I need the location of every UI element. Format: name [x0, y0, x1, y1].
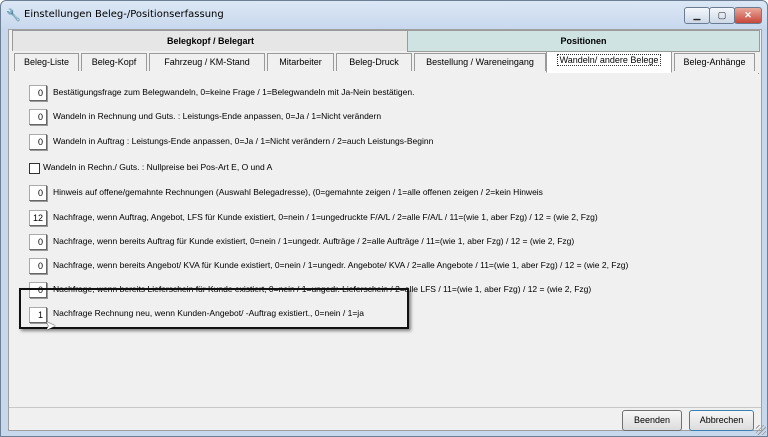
tab-mitarbeiter[interactable]: Mitarbeiter [267, 53, 334, 71]
setting-label: Nachfrage, wenn Auftrag, Angebot, LFS fü… [53, 212, 598, 222]
dialog-body: Belegkopf / Belegart Positionen Beleg-Li… [8, 29, 762, 431]
maximize-button[interactable]: ▢ [709, 7, 735, 24]
tab-beleg-druck[interactable]: Beleg-Druck [336, 53, 412, 71]
setting-label: Nachfrage, wenn bereits Angebot/ KVA für… [53, 260, 629, 270]
tab-belegkopf[interactable]: Belegkopf / Belegart [12, 30, 409, 51]
resize-grip-icon[interactable] [756, 425, 766, 435]
footer-divider [9, 407, 761, 408]
tab-beleg-anhaenge[interactable]: Beleg-Anhänge [674, 53, 755, 71]
beenden-button[interactable]: Beenden [622, 410, 682, 431]
setting-value-input[interactable]: 0 [29, 134, 47, 150]
close-button[interactable]: ✕ [734, 7, 762, 24]
tab-wandeln-label: Wandeln/ andere Belege [556, 54, 662, 66]
tab-fahrzeug[interactable]: Fahrzeug / KM-Stand [149, 53, 265, 71]
setting-value-input[interactable]: 0 [29, 258, 47, 274]
setting-value-input[interactable]: 12 [29, 210, 47, 226]
tab-positionen[interactable]: Positionen [407, 30, 760, 52]
setting-value-input[interactable]: 0 [29, 185, 47, 201]
highlight-box [19, 288, 409, 329]
setting-label: Hinweis auf offene/gemahnte Rechnungen (… [53, 187, 543, 197]
setting-label: Wandeln in Rechn./ Guts. : Nullpreise be… [43, 162, 273, 172]
window-title: Einstellungen Beleg-/Positionserfassung [24, 9, 224, 20]
tab-beleg-kopf[interactable]: Beleg-Kopf [81, 53, 147, 71]
settings-window: 🔧 Einstellungen Beleg-/Positionserfassun… [0, 0, 768, 437]
abbrechen-button[interactable]: Abbrechen [689, 410, 754, 431]
wrench-icon: 🔧 [6, 8, 21, 22]
setting-value-input[interactable]: 0 [29, 109, 47, 125]
title-bar[interactable]: 🔧 Einstellungen Beleg-/Positionserfassun… [1, 1, 767, 29]
sub-tab-bar: Beleg-Liste Beleg-Kopf Fahrzeug / KM-Sta… [12, 51, 759, 74]
tab-bestellung[interactable]: Bestellung / Wareneingang [414, 53, 546, 71]
setting-label: Wandeln in Auftrag : Leistungs-Ende anpa… [53, 136, 434, 146]
setting-value-input[interactable]: 0 [29, 85, 47, 101]
tab-beleg-liste[interactable]: Beleg-Liste [14, 53, 79, 71]
mouse-cursor-icon: ➤ [45, 318, 56, 333]
setting-value-input[interactable]: 0 [29, 234, 47, 250]
settings-panel: 0 Bestätigungsfrage zum Belegwandeln, 0=… [12, 73, 758, 403]
tab-wandeln[interactable]: Wandeln/ andere Belege [546, 51, 672, 73]
setting-label: Nachfrage, wenn bereits Auftrag für Kund… [53, 236, 575, 246]
minimize-button[interactable]: ▁ [684, 7, 710, 24]
setting-label: Wandeln in Rechnung und Guts. : Leistung… [53, 111, 382, 121]
setting-label: Bestätigungsfrage zum Belegwandeln, 0=ke… [53, 87, 415, 97]
nullpreise-checkbox[interactable] [29, 163, 40, 174]
